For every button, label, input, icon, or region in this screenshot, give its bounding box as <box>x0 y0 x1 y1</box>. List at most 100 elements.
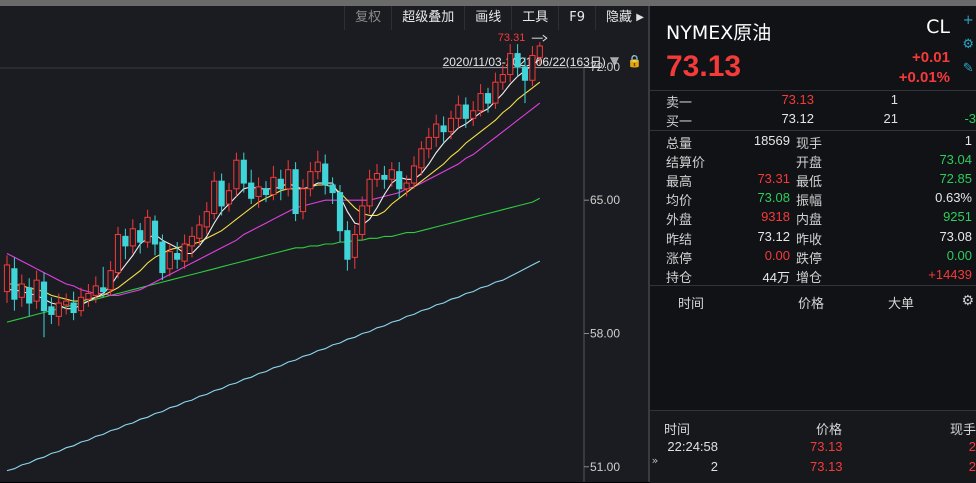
stats-row: 持仓 44万 增仓 +14439 <box>650 267 976 286</box>
stat-value: 0.00 <box>764 247 790 263</box>
stats-row: 昨结 73.12 昨收 73.08 <box>650 229 976 248</box>
stat-value: 0.63% <box>935 190 972 206</box>
candle-body-up <box>63 300 70 306</box>
orderbook-label: 买一 <box>666 114 693 129</box>
stat-label: 增仓 <box>796 269 823 285</box>
candle-body-down <box>11 268 18 300</box>
stat-value: 1 <box>964 133 972 148</box>
candle-body-up <box>529 55 536 81</box>
trade-row[interactable]: 22:24:58 73.13 2 <box>650 439 976 459</box>
trade-row[interactable]: 2 73.13 2 <box>650 459 976 479</box>
stat-value: +14439 <box>928 266 972 282</box>
candle-body-up <box>536 45 543 58</box>
stat-label: 结算价 <box>666 155 706 171</box>
orderbook-row: 买一 73.12 21 -3 <box>650 111 976 129</box>
candle-body-down <box>26 287 33 304</box>
stat-value: 73.04 <box>939 152 972 168</box>
quote-panel: NYMEX原油 CL + ⚙ ✎ 73.13 +0.01 +0.01% 卖一 7… <box>650 6 976 483</box>
settings-small-icon[interactable]: ⚙ <box>962 38 974 52</box>
add-icon[interactable]: + <box>963 14 974 28</box>
candle-body-up <box>433 123 440 138</box>
stat-label: 总量 <box>666 136 693 151</box>
stat-label: 昨收 <box>796 231 823 247</box>
candle-body-down <box>336 192 344 232</box>
candle-body-down <box>381 174 388 180</box>
price-change-block: +0.01 +0.01% <box>899 48 950 88</box>
orderbook-row: 卖一 73.13 1 <box>650 92 976 110</box>
candle-body-down <box>329 184 336 194</box>
trade-price: 73.13 <box>810 439 843 454</box>
side-tool-icons: + ⚙ ✎ <box>962 14 974 76</box>
candle-body-up <box>425 136 432 150</box>
stat-label: 开盘 <box>796 155 823 171</box>
trade-col-qty: 现手 <box>949 422 976 437</box>
stats-row: 总量 18569 现手 1 <box>650 133 976 152</box>
gear-icon[interactable]: ⚙ <box>961 293 974 309</box>
tick-col-bigorder: 大单 <box>888 297 915 312</box>
stat-value: 72.85 <box>939 171 972 187</box>
candle-body-up <box>77 296 85 312</box>
candle-body-down <box>174 253 181 260</box>
instrument-code: CL <box>926 16 950 38</box>
stats-row: 均价 73.08 振幅 0.63% <box>650 190 976 209</box>
candle-body-down <box>122 235 129 247</box>
kline-svg: 72.00 65.00 58.00 51.00 73.31 <box>0 32 620 482</box>
candle-body-up <box>351 233 358 258</box>
candle-body-up <box>188 235 196 247</box>
candle-body-up <box>33 279 40 302</box>
stat-label: 跌停 <box>796 250 823 266</box>
candle-body-down <box>462 104 469 119</box>
candle-body-up <box>492 81 499 104</box>
y-tick-label: 65.00 <box>590 193 620 207</box>
orderbook-label: 卖一 <box>666 95 693 110</box>
stat-value: 44万 <box>762 269 790 285</box>
orderbook-volume: 21 <box>883 111 898 126</box>
candle-body-up <box>85 293 92 300</box>
candle-body-down <box>137 230 144 243</box>
stat-label: 均价 <box>666 193 693 209</box>
candle-body-up <box>285 169 292 190</box>
candle-body-down <box>521 66 529 81</box>
stats-row: 涨停 0.00 跌停 0.00 <box>650 248 976 267</box>
ma60-line <box>6 197 541 323</box>
candle-body-up <box>470 110 477 119</box>
stat-label: 持仓 <box>666 269 693 285</box>
orderbook-price: 73.12 <box>781 111 814 126</box>
stat-label: 内盘 <box>796 212 823 228</box>
candle-body-down <box>514 53 521 68</box>
stats-row: 结算价 开盘 73.04 <box>650 152 976 171</box>
candle-body-down <box>248 182 255 199</box>
y-tick-label: 72.00 <box>590 60 620 74</box>
stat-label: 昨结 <box>666 231 693 247</box>
tick-col-time: 时间 <box>678 297 705 312</box>
divider <box>650 130 976 131</box>
price-change: +0.01 <box>912 49 950 66</box>
candle-body-up <box>203 211 210 228</box>
stat-value: 73.12 <box>757 228 790 244</box>
y-tick-label: 58.00 <box>590 326 620 340</box>
candle-body-up <box>410 165 418 184</box>
stat-value: 18569 <box>753 133 790 148</box>
orderbook-extra: -3 <box>964 111 976 126</box>
candle-body-up <box>55 302 62 317</box>
candle-body-down <box>484 93 492 104</box>
arrow-right-icon <box>542 34 548 42</box>
double-chevron-right-icon[interactable]: » <box>650 454 660 467</box>
candle-body-up <box>114 233 122 274</box>
trade-col-time: 时间 <box>664 422 691 437</box>
candle-body-down <box>70 302 77 314</box>
y-tick-label: 51.00 <box>590 460 620 474</box>
orderbook-price: 73.13 <box>781 92 814 107</box>
stat-label: 外盘 <box>666 212 693 228</box>
stat-value: 73.08 <box>939 228 972 244</box>
candle-body-down <box>159 241 166 274</box>
candle-body-up <box>129 228 136 247</box>
candle-body-down <box>48 306 55 315</box>
stat-value: 9251 <box>943 209 972 225</box>
candle-body-up <box>359 205 366 235</box>
edit-icon[interactable]: ✎ <box>963 62 974 76</box>
candle-body-up <box>3 264 11 293</box>
stat-value: 9318 <box>761 209 790 225</box>
candle-body-up <box>107 270 114 291</box>
candle-body-up <box>373 173 381 180</box>
